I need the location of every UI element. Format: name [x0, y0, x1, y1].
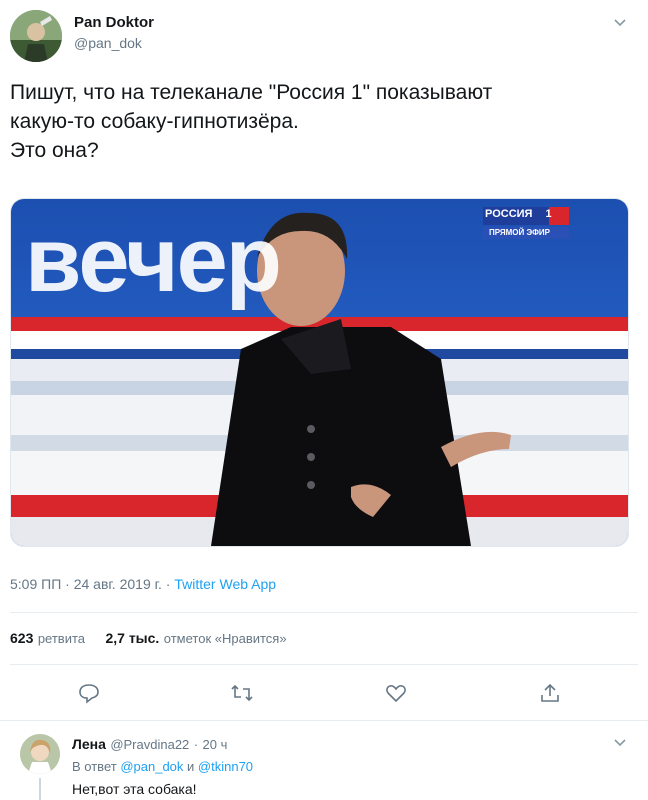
tweet-date[interactable]: 24 авг. 2019 г. — [74, 576, 162, 592]
tweet-text-line: Это она? — [10, 139, 99, 162]
divider — [10, 612, 638, 613]
meta-separator: · — [165, 576, 171, 592]
meta-separator: · — [65, 576, 70, 592]
channel-logo-number: 1 — [545, 208, 552, 220]
tweet-media-image[interactable]: вечер РОССИЯ 1 ПРЯМОЙ ЭФИР — [10, 198, 629, 547]
mention-link[interactable]: @tkinn70 — [198, 759, 253, 774]
likes-stat[interactable]: 2,7 тыс. отметок «Нравится» — [105, 630, 286, 647]
reply-header: Лена @Pravdina22 · 20 ч — [72, 736, 227, 754]
tweet-timestamp-row: 5:09 ПП · 24 авг. 2019 г. · Twitter Web … — [10, 576, 276, 592]
meta-separator: · — [193, 737, 199, 752]
divider — [0, 720, 648, 721]
retweets-stat[interactable]: 623 ретвита — [10, 630, 89, 647]
reply-prefix: В ответ — [72, 759, 117, 774]
author-name[interactable]: Pan Doktor — [74, 14, 154, 31]
reply-conjunction: и — [187, 759, 195, 774]
likes-label: отметок «Нравится» — [163, 631, 287, 646]
retweet-icon[interactable] — [229, 680, 255, 706]
like-icon[interactable] — [383, 680, 409, 706]
channel-logo-text: РОССИЯ — [485, 208, 533, 220]
live-label: ПРЯМОЙ ЭФИР — [489, 228, 550, 237]
reply-icon[interactable] — [76, 680, 102, 706]
reply-context: В ответ @pan_dok и @tkinn70 — [72, 759, 253, 774]
tweet-text-line: какую-то собаку-гипнотизёра. — [10, 110, 299, 133]
tweet-text: Пишут, что на телеканале "Россия 1" пока… — [10, 78, 630, 165]
chevron-down-icon[interactable] — [612, 14, 628, 35]
reply-thread-line — [39, 778, 41, 800]
channel-logo: РОССИЯ 1 — [485, 208, 552, 220]
author-handle[interactable]: @pan_dok — [74, 35, 142, 51]
reply-text: Нет,вот эта собака! — [72, 781, 197, 797]
divider — [10, 664, 638, 665]
retweets-label: ретвита — [37, 631, 86, 646]
tweet-time[interactable]: 5:09 ПП — [10, 576, 61, 592]
share-icon[interactable] — [537, 680, 563, 706]
reply-time[interactable]: 20 ч — [203, 737, 228, 752]
reply-author-avatar[interactable] — [20, 734, 60, 774]
tweet-source-link[interactable]: Twitter Web App — [174, 576, 276, 592]
chevron-down-icon[interactable] — [612, 734, 628, 755]
author-avatar[interactable] — [10, 10, 62, 62]
reply-author-name[interactable]: Лена — [72, 736, 106, 752]
media-banner-text: вечер — [25, 209, 282, 311]
reply-author-handle[interactable]: @Pravdina22 — [110, 737, 189, 752]
tweet-stats: 623 ретвита 2,7 тыс. отметок «Нравится» — [10, 630, 287, 648]
likes-count: 2,7 тыс. — [105, 630, 160, 646]
mention-link[interactable]: @pan_dok — [120, 759, 183, 774]
tweet-text-line: Пишут, что на телеканале "Россия 1" пока… — [10, 81, 493, 104]
retweets-count: 623 — [10, 630, 34, 646]
